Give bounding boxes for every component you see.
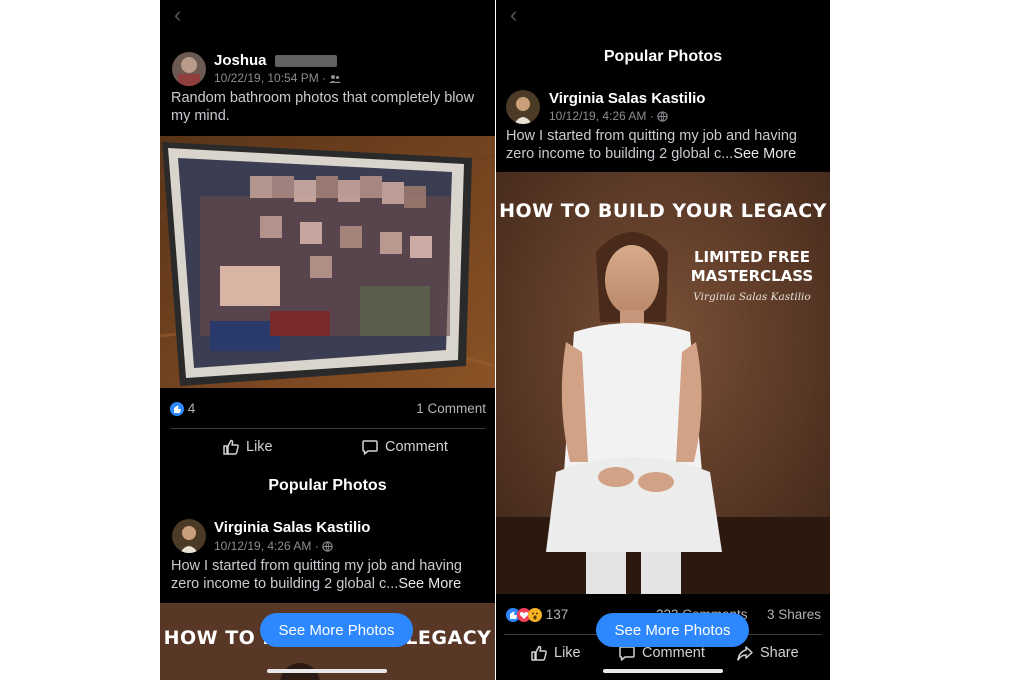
see-more-link[interactable]: See More	[398, 576, 461, 592]
popular-author[interactable]: Virginia Salas Kastilio	[214, 519, 370, 536]
popular-caption: How I started from quitting my job and h…	[171, 557, 486, 593]
comment-label: Comment	[642, 645, 705, 661]
like-label: Like	[246, 439, 273, 455]
right-phone-screen: ‹ Popular Photos Virginia Salas Kastilio…	[496, 0, 830, 680]
globe-icon	[322, 541, 333, 553]
post-meta: 10/22/19, 10:54 PM ·	[214, 71, 342, 85]
avatar-image	[172, 52, 206, 86]
popular-photos-title: Popular Photos	[603, 48, 723, 65]
wow-reaction-icon	[528, 608, 542, 623]
see-more-link[interactable]: See More	[733, 146, 796, 162]
share-label: Share	[760, 645, 799, 661]
framed-photo-image	[160, 136, 495, 388]
post-author[interactable]: Joshua	[214, 52, 337, 69]
post-photo[interactable]: HOW TO BUILD YOUR LEGACY LIMITED FREE MA…	[496, 172, 830, 594]
post-photo[interactable]	[160, 136, 495, 388]
see-more-photos-button[interactable]: See More Photos	[260, 613, 413, 647]
like-button[interactable]: Like	[530, 644, 581, 662]
left-phone-screen: ‹ Joshua 10/22/19, 10:54 PM · Random bat…	[160, 0, 495, 680]
post-caption: How I started from quitting my job and h…	[506, 127, 824, 163]
redacted-surname	[274, 55, 337, 68]
post-author[interactable]: Virginia Salas Kastilio	[549, 90, 705, 107]
comments-count[interactable]: 1 Comment	[416, 401, 486, 416]
popular-photos-title: Popular Photos	[268, 477, 387, 494]
popular-meta: 10/12/19, 4:26 AM ·	[214, 539, 333, 553]
avatar[interactable]	[172, 52, 206, 86]
share-button[interactable]: Share	[736, 644, 799, 662]
globe-icon	[657, 111, 668, 123]
post-caption: Random bathroom photos that completely b…	[171, 90, 475, 124]
reactions-count: 137	[545, 607, 569, 622]
poster-headline: HOW TO BUILD YOUR LEGACY	[499, 200, 827, 222]
post-timestamp: 10/12/19, 4:26 AM ·	[549, 109, 654, 123]
poster-subtitle-2: MASTERCLASS	[690, 267, 814, 285]
comment-label: Comment	[385, 439, 448, 455]
shares-count[interactable]: 3 Shares	[767, 607, 821, 622]
like-reaction-icon	[170, 402, 184, 417]
avatar-image	[172, 519, 206, 553]
see-more-photos-button[interactable]: See More Photos	[596, 613, 749, 647]
friends-icon	[329, 74, 342, 83]
post-author-name[interactable]: Joshua	[214, 52, 267, 69]
poster-subtitle-1: LIMITED FREE	[693, 248, 811, 266]
post-avatar[interactable]	[506, 90, 540, 124]
home-indicator	[603, 669, 723, 673]
home-indicator	[267, 669, 387, 673]
share-arrow-icon	[737, 646, 753, 661]
comment-bubble-icon	[362, 440, 378, 455]
post-divider	[170, 428, 486, 429]
poster-author-name: Virginia Salas Kastilio	[693, 291, 811, 303]
popular-timestamp: 10/12/19, 4:26 AM ·	[214, 539, 319, 553]
masterclass-poster-image	[496, 172, 830, 594]
comment-button[interactable]: Comment	[361, 438, 448, 456]
reactions-count: 4	[187, 401, 196, 416]
back-chevron-icon[interactable]: ‹	[174, 4, 181, 26]
reactions-summary[interactable]: 137	[506, 607, 569, 623]
popular-avatar[interactable]	[172, 519, 206, 553]
like-label: Like	[554, 645, 581, 661]
reactions-summary[interactable]: 4	[170, 401, 196, 417]
like-button[interactable]: Like	[222, 438, 273, 456]
avatar-image	[506, 90, 540, 124]
thumbs-up-icon	[531, 645, 547, 661]
post-meta: 10/12/19, 4:26 AM ·	[549, 109, 668, 123]
post-timestamp: 10/22/19, 10:54 PM ·	[214, 71, 327, 85]
thumbs-up-icon	[223, 439, 239, 455]
back-chevron-icon[interactable]: ‹	[510, 4, 517, 26]
